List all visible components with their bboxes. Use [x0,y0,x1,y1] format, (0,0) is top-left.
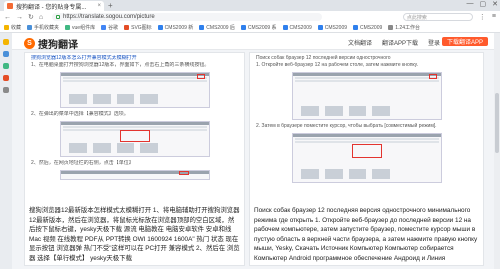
home-icon[interactable]: ⌂ [39,14,43,21]
bookmark-label: CMS2009 [324,24,348,31]
doc-step-2: 2、在弹出的菜单中选择【兼容模式】选项。 [31,111,129,117]
bookmark-label: CMS2009 新 [164,25,194,31]
bookmark-favicon-icon [282,25,288,30]
new-tab-button[interactable]: + [108,1,113,10]
source-ocr-text: 搜狗浏览器12最新版本怎样模式太模糊打开 1、将电脑辅助打开搜狗浏览器12最新版… [29,207,240,262]
bookmark-favicon-icon [388,25,394,30]
translated-text: Поиск собак браузер 12 последняя версия … [254,207,478,262]
bookmark-item[interactable]: CMS2009 [353,25,382,31]
bookmark-item[interactable]: SVG图标 [124,24,152,31]
translated-screenshot-1 [291,72,442,120]
bookmark-item[interactable]: CMS2009 新 [157,24,194,31]
bookmark-label: CMS2009 系 [247,25,277,31]
close-window-button[interactable]: ✕ [492,0,498,8]
sogou-favicon-icon [7,3,13,9]
url-text: https://translate.sogou.com/picture [63,14,155,20]
favorites-icon[interactable] [3,39,9,45]
maximize-button[interactable]: ▢ [480,0,487,8]
bookmark-label: CMS2009 [360,24,383,31]
bookmark-label: 1.24工作台 [395,25,420,31]
bookmark-favicon-icon [353,25,359,30]
doc-screenshot-1 [59,72,210,108]
bookmark-favicon-icon [4,25,9,30]
doc-screenshot-2 [59,121,210,157]
bookmark-item[interactable]: CMS2009 [317,24,348,31]
doc-heading: 搜狗浏览器12版本怎么打开兼容模式太模糊打开 [31,55,137,61]
refresh-icon[interactable]: ↻ [28,13,34,21]
bookmark-item[interactable]: CMS2009 系 [240,24,277,31]
sogou-translate-logo[interactable]: S 搜狗翻译 [24,36,78,51]
bookmark-item[interactable]: 谷歌 [101,24,118,31]
nav-login[interactable]: 登录 [428,38,440,47]
menu-icon[interactable]: ≡ [492,13,496,21]
bookmark-label: 收藏 [11,25,22,31]
translated-step-1: 1. Откройте веб-браузер 12 на рабочем ст… [256,62,419,68]
bookmark-item[interactable]: CMS2009 [282,24,312,31]
bookmark-favicon-icon [317,25,323,30]
translated-screenshot-2 [291,133,442,183]
download-icon[interactable] [3,63,9,69]
bookmark-favicon-icon [101,25,107,30]
bookmark-item[interactable]: vue组件库 [65,24,95,31]
source-panel: 搜狗浏览器12版本怎么打开兼容模式太模糊打开 1、在电脑桌面打开搜狗浏览器12版… [24,52,245,266]
download-app-button[interactable]: 下载翻译APP [442,37,488,46]
bookmark-item[interactable]: 1.24工作台 [388,24,420,31]
page-viewport: S 搜狗翻译 文档翻译 翻译APP下载 登录 下载翻译APP 搜狗浏览器12版本… [0,33,500,269]
settings-icon[interactable] [3,87,9,93]
doc-step-3: 2、然后，在网页地址栏的右侧，点击【单位】 [31,160,134,166]
logo-mark-icon: S [24,38,35,49]
bookmark-item[interactable]: CMS2009 后 [199,24,235,31]
bookmark-label: 谷歌 [108,25,119,31]
mail-icon[interactable] [3,75,9,81]
logo-text: 搜狗翻译 [38,40,78,51]
header-nav: 文档翻译 翻译APP下载 登录 [348,38,440,47]
bookmark-favicon-icon [27,25,33,30]
page-scrollbar[interactable] [494,33,500,269]
secure-lock-icon [56,15,60,19]
forward-icon[interactable]: → [16,14,23,21]
bookmark-label: vue组件库 [72,25,96,31]
toolbar-right: 点此搜索 ⋮ ≡ [402,13,496,21]
translated-step-2: 2. Затем в браузере поместите курсор, чт… [256,123,437,129]
nav-document-translate[interactable]: 文档翻译 [348,38,372,47]
back-icon[interactable]: ← [4,14,11,21]
bookmark-label: CMS2009 [289,24,312,31]
close-tab-icon[interactable]: × [97,3,101,9]
history-icon[interactable] [3,51,9,57]
bookmark-label: 手机收藏夹 [34,25,60,31]
translated-heading: Поиск собак браузер 12 последней версии … [256,55,391,61]
site-header: S 搜狗翻译 文档翻译 翻译APP下载 登录 下载翻译APP [12,33,500,51]
address-toolbar: ← → ↻ ⌂ https://translate.sogou.com/pict… [0,11,500,23]
nav-app-download[interactable]: 翻译APP下载 [382,38,418,47]
bookmark-favicon-icon [157,25,163,30]
bookmark-label: CMS2009 后 [206,25,235,31]
browser-tab[interactable]: 搜狗翻译 - 您的贴身专属... × [4,1,104,11]
minimize-button[interactable]: — [467,0,474,8]
bookmark-item[interactable]: 收藏 [4,24,21,31]
bookmark-favicon-icon [240,25,246,30]
bookmark-favicon-icon [199,25,205,30]
url-field[interactable]: https://translate.sogou.com/picture [52,13,322,21]
side-toolbar [0,33,12,269]
browser-search-input[interactable]: 点此搜索 [402,13,473,21]
source-image-preview: 搜狗浏览器12版本怎么打开兼容模式太模糊打开 1、在电脑桌面打开搜狗浏览器12版… [31,55,238,205]
bookmark-label: SVG图标 [131,25,152,31]
translated-image-preview: Поиск собак браузер 12 последней версии … [256,55,477,205]
doc-step-1: 1、在电脑桌面打开搜狗浏览器12版本，界面如下，点击右上角的三条横线按钮。 [31,62,210,68]
bookmark-favicon-icon [124,25,130,30]
doc-screenshot-3 [59,170,210,180]
window-controls: — ▢ ✕ [467,0,499,8]
scrollbar-thumb[interactable] [495,93,499,153]
bookmarks-bar: 收藏 手机收藏夹 vue组件库 谷歌 SVG图标 CMS2009 新 CMS2009 后 CM… [0,23,500,33]
translation-panel: Поиск собак браузер 12 последней версии … [249,52,484,266]
tab-bar: 搜狗翻译 - 您的贴身专属... × + — ▢ ✕ [0,0,500,11]
tab-title: 搜狗翻译 - 您的贴身专属... [16,4,87,11]
bookmark-item[interactable]: 手机收藏夹 [27,24,59,31]
extensions-icon[interactable]: ⋮ [479,13,486,21]
bookmark-favicon-icon [65,25,71,30]
